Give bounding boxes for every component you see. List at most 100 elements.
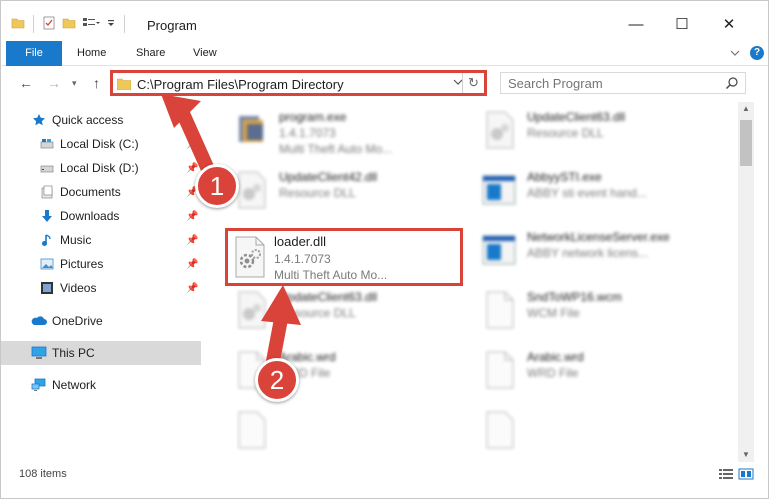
pin-icon: 📌 <box>186 210 199 222</box>
maximize-button[interactable]: ☐ <box>659 9 705 39</box>
blank-file-icon <box>479 290 519 330</box>
customize-toolbar-icon[interactable] <box>106 16 116 33</box>
minimize-button[interactable]: — <box>613 9 659 39</box>
sidebar-item-label: Music <box>60 233 92 247</box>
file-type: Resource DLL <box>279 306 356 320</box>
sidebar-item-label: Pictures <box>60 257 104 271</box>
sidebar-item-label: Documents <box>60 185 121 199</box>
file-item[interactable]: SndToWP16.wcm WCM File <box>473 282 713 338</box>
music-icon <box>39 232 55 248</box>
file-name: UpdateClient63.dll <box>527 110 626 124</box>
file-item[interactable]: AbbyySTI.exe ABBY sti event hand... <box>473 162 713 218</box>
file-item[interactable] <box>473 402 713 458</box>
sidebar-item-music[interactable]: Music 📌 <box>1 228 201 252</box>
sidebar-item-label: Network <box>52 378 97 392</box>
toolbar-divider <box>124 15 125 33</box>
sidebar-item-label: Local Disk (C:) <box>60 137 139 151</box>
folder-icon <box>116 78 132 93</box>
file-name: SndToWP16.wcm <box>527 290 622 304</box>
sidebar-item-local-disk-c[interactable]: Local Disk (C:) 📌 <box>1 132 201 156</box>
search-box[interactable] <box>500 72 746 94</box>
download-icon <box>39 208 55 224</box>
new-folder-icon[interactable] <box>62 16 76 33</box>
help-icon[interactable]: ? <box>750 46 764 60</box>
sidebar-item-label: OneDrive <box>52 314 103 328</box>
tab-file[interactable]: File <box>6 41 62 66</box>
file-item[interactable]: Arabic.wrd WRD File <box>473 342 713 398</box>
tab-view[interactable]: View <box>183 41 227 66</box>
cloud-icon <box>31 313 47 329</box>
file-name: NetworkLicenseServer.exe <box>527 230 670 244</box>
sidebar-item-downloads[interactable]: Downloads 📌 <box>1 204 201 228</box>
annotation-badge-1: 1 <box>195 164 239 208</box>
sidebar-item-this-pc[interactable]: This PC <box>1 341 201 365</box>
dll-icon <box>230 235 270 279</box>
address-bar[interactable]: C:\Program Files\Program Directory ↻ <box>110 70 487 96</box>
dll-icon <box>479 110 519 150</box>
sidebar-item-quick-access[interactable]: Quick access <box>1 108 201 132</box>
videos-icon <box>39 280 55 296</box>
pin-icon: 📌 <box>186 258 199 270</box>
file-item[interactable] <box>225 402 465 458</box>
maximize-icon: ☐ <box>675 16 689 33</box>
pin-icon: 📌 <box>186 282 199 294</box>
pictures-icon <box>39 256 55 272</box>
documents-icon <box>39 184 55 200</box>
blank-file-icon <box>479 410 519 450</box>
computer-icon <box>31 345 47 361</box>
file-item[interactable]: NetworkLicenseServer.exe ABBY network li… <box>473 222 713 278</box>
view-options-icon[interactable] <box>82 16 100 33</box>
forward-arrow-icon[interactable]: → <box>47 75 61 91</box>
ribbon-controls: ? <box>730 46 764 60</box>
title-bar: Program — ☐ ✕ <box>1 1 768 41</box>
folder-icon[interactable] <box>11 16 25 33</box>
item-count: 108 items <box>19 468 67 480</box>
address-path[interactable]: C:\Program Files\Program Directory <box>137 77 344 92</box>
recent-locations-icon[interactable]: ▾ <box>72 78 77 89</box>
pin-icon: 📌 <box>186 162 199 174</box>
ribbon-tabs: File Home Share View ? <box>1 41 768 66</box>
details-view-icon[interactable] <box>718 468 734 480</box>
large-icons-view-icon[interactable] <box>738 468 754 480</box>
search-icon[interactable] <box>725 76 739 93</box>
sidebar-item-documents[interactable]: Documents 📌 <box>1 180 201 204</box>
pin-icon: 📌 <box>186 234 199 246</box>
up-arrow-icon[interactable]: ↑ <box>93 75 100 91</box>
file-item[interactable]: UpdateClient42.dll Resource DLL <box>225 162 465 218</box>
sidebar-item-network[interactable]: Network <box>1 373 201 397</box>
file-version: 1.4.1.7073 <box>274 252 331 266</box>
file-type: Resource DLL <box>279 186 356 200</box>
sidebar-item-pictures[interactable]: Pictures 📌 <box>1 252 201 276</box>
file-type: Resource DLL <box>527 126 604 140</box>
file-item[interactable]: UpdateClient63.dll Resource DLL <box>225 282 465 338</box>
scrollbar-thumb[interactable] <box>740 120 752 166</box>
tab-share[interactable]: Share <box>126 41 175 66</box>
chevron-down-icon[interactable] <box>730 46 740 60</box>
back-arrow-icon[interactable]: ← <box>19 75 33 91</box>
explorer-window: Program — ☐ ✕ File Home Share View ? ← →… <box>0 0 769 499</box>
file-item[interactable]: UpdateClient63.dll Resource DLL <box>473 102 713 158</box>
search-input[interactable] <box>501 73 716 93</box>
vertical-scrollbar[interactable]: ▲ ▼ <box>738 102 754 462</box>
navigation-pane: Quick access Local Disk (C:) 📌 Local Dis… <box>1 102 201 462</box>
minimize-icon: — <box>628 15 644 33</box>
file-item[interactable]: program.exe 1.4.1.7073 Multi Theft Auto … <box>225 102 465 158</box>
properties-icon[interactable] <box>42 16 56 33</box>
file-name: Arabic.wrd <box>527 350 584 364</box>
sidebar-item-label: This PC <box>52 346 95 360</box>
quick-access-toolbar <box>11 15 127 33</box>
file-name: UpdateClient42.dll <box>279 170 378 184</box>
file-item-loader-dll[interactable]: loader.dll 1.4.1.7073 Multi Theft Auto M… <box>225 228 463 286</box>
sidebar-item-videos[interactable]: Videos 📌 <box>1 276 201 300</box>
sidebar-item-local-disk-d[interactable]: Local Disk (D:) 📌 <box>1 156 201 180</box>
file-description: ABBY network licens... <box>527 246 649 260</box>
refresh-icon[interactable]: ↻ <box>462 73 484 93</box>
scroll-down-icon[interactable]: ▼ <box>738 448 754 462</box>
file-type: WRD File <box>527 366 579 380</box>
sidebar-item-onedrive[interactable]: OneDrive <box>1 309 201 333</box>
toolbar-divider <box>33 15 34 33</box>
close-button[interactable]: ✕ <box>706 9 752 39</box>
tab-home[interactable]: Home <box>67 41 116 66</box>
dll-icon <box>231 290 271 330</box>
scroll-up-icon[interactable]: ▲ <box>738 102 754 116</box>
